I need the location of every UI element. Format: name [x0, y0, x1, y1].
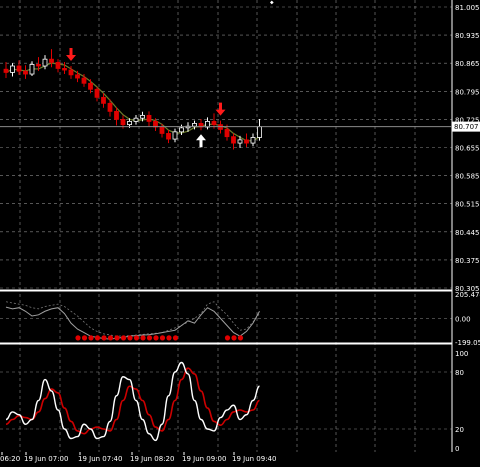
stoch-tick-label: 20 — [455, 426, 464, 434]
cci-marker-dot — [101, 335, 107, 341]
price-tick-label: 80.585 — [455, 173, 480, 181]
cci-marker-dot — [75, 335, 81, 341]
candle-body — [133, 117, 139, 122]
candle-body — [159, 126, 165, 134]
price-axis-labels: 81.005 80.935 80.865 80.795 80.725 80.655 80.5… — [455, 4, 480, 453]
price-tick-label: 80.655 — [455, 145, 480, 153]
price-tick-label: 80.795 — [455, 88, 480, 96]
sell-arrow-icon — [66, 48, 76, 62]
cci-marker-dot — [231, 335, 237, 341]
cci-marker-dot — [172, 335, 179, 341]
time-tick-label: 06:20 — [0, 455, 20, 463]
price-tick-label: 80.375 — [455, 257, 480, 265]
candlestick-series — [3, 49, 262, 150]
price-tick-label: 80.865 — [455, 60, 480, 68]
candle-body — [55, 61, 61, 69]
candle-body — [29, 64, 35, 75]
candle-body — [75, 74, 80, 79]
sell-arrow-icon — [215, 102, 226, 116]
signal-arrows — [66, 48, 226, 148]
candle-body — [68, 69, 74, 76]
candle-body — [244, 139, 249, 144]
cci-marker-dot — [166, 335, 172, 341]
time-tick-label: 19 Jun 08:20 — [130, 455, 174, 463]
cci-marker-dot — [107, 335, 114, 341]
cci-tick-label: 0.00 — [455, 315, 471, 323]
time-tick-label: 19 Jun 09:00 — [182, 455, 226, 463]
candle-body — [107, 102, 113, 112]
candle-body — [23, 70, 28, 75]
cci-marker-dot — [224, 335, 231, 341]
stoch-signal-line — [5, 367, 260, 435]
cci-marker-dot — [114, 335, 120, 341]
cci-marker-dot — [120, 335, 127, 341]
candle-body — [192, 123, 197, 127]
panel-frames — [0, 0, 453, 452]
time-axis-labels: 06:20 19 Jun 07:00 19 Jun 07:40 19 Jun 08:2… — [0, 452, 276, 463]
candle-body — [49, 58, 54, 63]
candle-body — [16, 65, 22, 72]
cci-marker-dot — [133, 335, 140, 341]
candle-body — [231, 136, 236, 144]
cci-marker-dot — [146, 335, 153, 341]
candle-body — [88, 82, 93, 90]
candle-body — [211, 121, 217, 126]
candle-body — [10, 65, 15, 73]
cci-main-line — [5, 306, 260, 340]
candle-body — [172, 131, 178, 140]
price-tick-label: 80.445 — [455, 229, 480, 237]
candle-body — [36, 64, 41, 67]
cci-tick-label: -199.05 — [455, 339, 480, 347]
cci-marker-dot — [88, 335, 94, 341]
candle-body — [101, 96, 106, 104]
candle-body — [140, 114, 145, 119]
candle-body — [114, 110, 119, 120]
candle-body — [224, 129, 230, 138]
time-tick-label: 19 Jun 09:40 — [232, 455, 276, 463]
cci-marker-dot — [237, 335, 244, 341]
cci-marker-dot — [153, 335, 159, 341]
candle-body — [257, 126, 262, 138]
candle-body — [166, 133, 171, 140]
cci-lines — [5, 301, 260, 340]
cci-marker-dot — [159, 335, 166, 341]
stoch-tick-label: 100 — [455, 350, 468, 358]
time-tick-label: 19 Jun 07:00 — [24, 455, 68, 463]
stoch-tick-label: 80 — [455, 369, 464, 377]
cci-marker-dot — [81, 335, 88, 341]
buy-arrow-icon — [196, 134, 206, 148]
candle-body — [179, 127, 184, 133]
chart-grid — [0, 0, 452, 452]
candle-body — [250, 137, 256, 144]
candle-body — [3, 68, 9, 73]
candle-body — [81, 77, 87, 84]
cci-marker-dot — [127, 335, 133, 341]
candle-body — [120, 119, 126, 126]
candle-body — [62, 68, 67, 71]
cci-indicator-panel[interactable] — [5, 301, 260, 341]
candle-body — [127, 121, 132, 126]
price-tick-label: 80.725 — [455, 116, 480, 124]
cci-marker-dot — [94, 335, 101, 341]
trading-chart[interactable]: 80.707 81.00580.93580.86580.79580.72580.… — [0, 0, 480, 467]
candle-body — [94, 88, 100, 98]
time-tick-label: 19 Jun 07:40 — [78, 455, 122, 463]
candle-body — [42, 58, 48, 67]
candle-body — [146, 114, 152, 122]
stoch-tick-label: 0 — [455, 445, 459, 453]
chart-scroll-marker: ◆ — [270, 0, 274, 6]
price-tick-label: 80.515 — [455, 201, 480, 209]
price-tick-label: 80.935 — [455, 32, 480, 40]
price-tick-label: 81.005 — [455, 4, 480, 12]
candle-body — [237, 139, 243, 144]
cci-marker-dot — [140, 335, 146, 341]
cci-tick-label: 205.474 — [455, 291, 480, 299]
